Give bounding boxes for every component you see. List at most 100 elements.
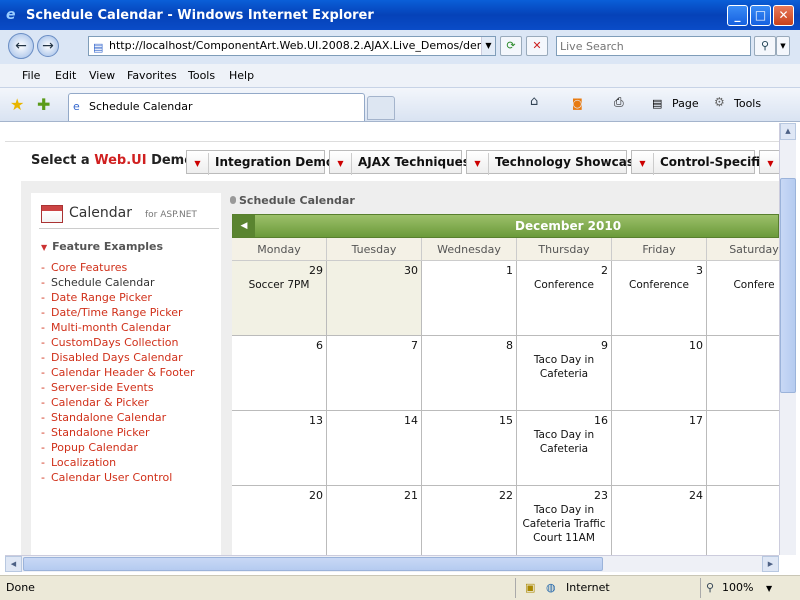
sidebar-item[interactable]: - Date Range Picker [41, 291, 195, 306]
calendar-day-cell[interactable]: Confere [707, 261, 779, 336]
calendar-day-cell[interactable]: 9 Taco Day in Cafeteria [517, 336, 612, 411]
list-dash: - [41, 426, 45, 439]
sidebar-item[interactable]: - Calendar & Picker [41, 396, 195, 411]
day-of-week-header: Wednesday [422, 238, 517, 261]
calendar-day-cell[interactable]: 16 Taco Day in Cafeteria [517, 411, 612, 486]
calendar-day-cell[interactable]: 24 [612, 486, 707, 555]
menu-view[interactable]: View [89, 69, 115, 82]
sidebar-item-label: Disabled Days Calendar [50, 351, 183, 364]
calendar-day-cell[interactable]: 13 [232, 411, 327, 486]
calendar-day-cell[interactable]: 21 [327, 486, 422, 555]
calendar-day-cell[interactable]: 17 [612, 411, 707, 486]
calendar-day-cell[interactable] [707, 411, 779, 486]
calendar-day-cell[interactable]: 30 [327, 261, 422, 336]
sidebar-item-label: Standalone Picker [50, 426, 150, 439]
demo-select-label: Select a Web.UI Demo ▸ [31, 153, 204, 168]
integration-demos-button[interactable]: ▼ Integration Demos [186, 150, 341, 175]
day-number: 20 [309, 489, 323, 502]
sidebar-item[interactable]: - Server-side Events [41, 381, 195, 396]
calendar-event[interactable]: Confere [707, 278, 779, 292]
scroll-left-button[interactable]: ◀ [5, 556, 22, 572]
zoom-level[interactable]: 100% [722, 581, 753, 594]
calendar-day-cell[interactable] [707, 486, 779, 555]
ajax-techniques-button[interactable]: ▼ AJAX Techniques [329, 150, 470, 175]
chevron-down-icon[interactable]: ▼ [766, 584, 772, 593]
scroll-right-button[interactable]: ▶ [762, 556, 779, 572]
horizontal-scroll-thumb[interactable] [23, 557, 603, 571]
calendar-day-cell[interactable]: 8 [422, 336, 517, 411]
search-input[interactable] [556, 36, 751, 56]
sidebar-item[interactable]: - Calendar User Control [41, 471, 195, 486]
sidebar-item[interactable]: - Standalone Calendar [41, 411, 195, 426]
home-icon[interactable]: ⌂ [530, 94, 538, 109]
menu-tools[interactable]: Tools [188, 69, 215, 82]
sidebar-item[interactable]: - Popup Calendar [41, 441, 195, 456]
calendar-event[interactable]: Conference [517, 278, 611, 292]
page-icon: e [73, 100, 80, 113]
search-options-button[interactable]: ▼ [776, 36, 790, 56]
sidebar-item[interactable]: - Localization [41, 456, 195, 471]
calendar-day-cell[interactable]: 10 [612, 336, 707, 411]
calendar-day-cell[interactable]: 23 Taco Day in Cafeteria Traffic Court 11… [517, 486, 612, 555]
day-number: 22 [499, 489, 513, 502]
add-favorites-icon[interactable]: ✚ [37, 95, 50, 114]
calendar-day-cell[interactable]: 7 [327, 336, 422, 411]
url-input[interactable]: ▤ http://localhost/ComponentArt.Web.UI.2… [88, 36, 496, 56]
list-dash: - [41, 396, 45, 409]
calendar-event[interactable]: Taco Day in Cafeteria Traffic Court 11AM [517, 503, 611, 545]
vertical-scrollbar[interactable]: ▲ [779, 123, 796, 555]
calendar-day-cell[interactable]: 20 [232, 486, 327, 555]
vertical-scroll-thumb[interactable] [780, 178, 796, 393]
menu-file[interactable]: File [22, 69, 40, 82]
sidebar-item[interactable]: - Standalone Picker [41, 426, 195, 441]
sidebar-item[interactable]: - Schedule Calendar [41, 276, 195, 291]
forward-button[interactable]: → [37, 35, 59, 57]
maximize-button[interactable]: □ [750, 5, 771, 26]
calendar-day-cell[interactable]: 29 Soccer 7PM [232, 261, 327, 336]
search-button[interactable]: ⚲ [754, 36, 776, 56]
prev-month-button[interactable]: ◀ [233, 215, 255, 237]
menu-edit[interactable]: Edit [55, 69, 76, 82]
calendar-day-cell[interactable]: 2 Conference [517, 261, 612, 336]
calendar-day-cell[interactable]: 15 [422, 411, 517, 486]
technology-showcase-button[interactable]: ▼ Technology Showcase [466, 150, 642, 175]
url-dropdown-icon[interactable]: ▼ [481, 37, 495, 55]
sidebar-item[interactable]: - CustomDays Collection [41, 336, 195, 351]
calendar-day-cell[interactable]: 22 [422, 486, 517, 555]
control-specific-button[interactable]: ▼ Control-Specific [631, 150, 767, 175]
back-button[interactable]: ← [8, 33, 34, 59]
refresh-button[interactable]: ⟳ [500, 36, 522, 56]
calendar-day-cell[interactable]: 1 [422, 261, 517, 336]
calendar-event[interactable]: Conference [612, 278, 706, 292]
calendar-event[interactable]: Taco Day in Cafeteria [517, 428, 611, 456]
calendar-event[interactable]: Taco Day in Cafeteria [517, 353, 611, 381]
print-icon[interactable]: ⎙ [614, 95, 624, 110]
day-of-week-header: Tuesday [327, 238, 422, 261]
feeds-icon[interactable]: ◙ [572, 97, 583, 110]
more-demos-button[interactable]: ▼ [759, 150, 779, 174]
stop-button[interactable]: ✕ [526, 36, 548, 56]
sidebar-item[interactable]: - Core Features [41, 261, 195, 276]
horizontal-scrollbar[interactable]: ◀ ▶ [5, 555, 779, 572]
menu-favorites[interactable]: Favorites [127, 69, 177, 82]
close-button[interactable]: ✕ [773, 5, 794, 26]
minimize-button[interactable]: _ [727, 5, 748, 26]
page-menu-button[interactable]: Page [672, 97, 699, 110]
forward-arrow-icon: → [42, 38, 54, 54]
menu-help[interactable]: Help [229, 69, 254, 82]
scroll-up-button[interactable]: ▲ [780, 123, 796, 140]
favorites-star-icon[interactable]: ★ [10, 95, 24, 114]
sidebar-item[interactable]: - Disabled Days Calendar [41, 351, 195, 366]
tools-menu-button[interactable]: Tools [734, 97, 761, 110]
calendar-day-cell[interactable] [707, 336, 779, 411]
sidebar-item[interactable]: - Date/Time Range Picker [41, 306, 195, 321]
calendar-day-cell[interactable]: 14 [327, 411, 422, 486]
sidebar-item[interactable]: - Calendar Header & Footer [41, 366, 195, 381]
sidebar-item[interactable]: - Multi-month Calendar [41, 321, 195, 336]
tab-schedule-calendar[interactable]: e Schedule Calendar [68, 93, 365, 121]
calendar-day-cell[interactable]: 3 Conference [612, 261, 707, 336]
sidebar-header: Calendar for ASP.NET [39, 203, 219, 229]
calendar-event[interactable]: Soccer 7PM [232, 278, 326, 292]
new-tab-button[interactable] [367, 96, 395, 120]
calendar-day-cell[interactable]: 6 [232, 336, 327, 411]
